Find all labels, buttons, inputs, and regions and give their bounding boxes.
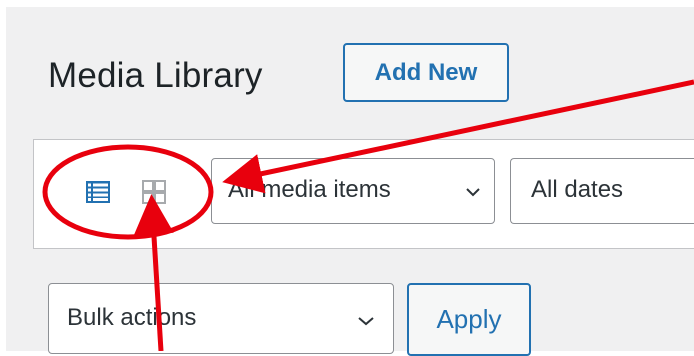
- annotation-arrow-to-grid: [133, 194, 174, 351]
- annotation-overlay: [42, 79, 694, 351]
- annotation-arrow-to-filter: [222, 79, 694, 194]
- annotation-circle: [42, 144, 214, 240]
